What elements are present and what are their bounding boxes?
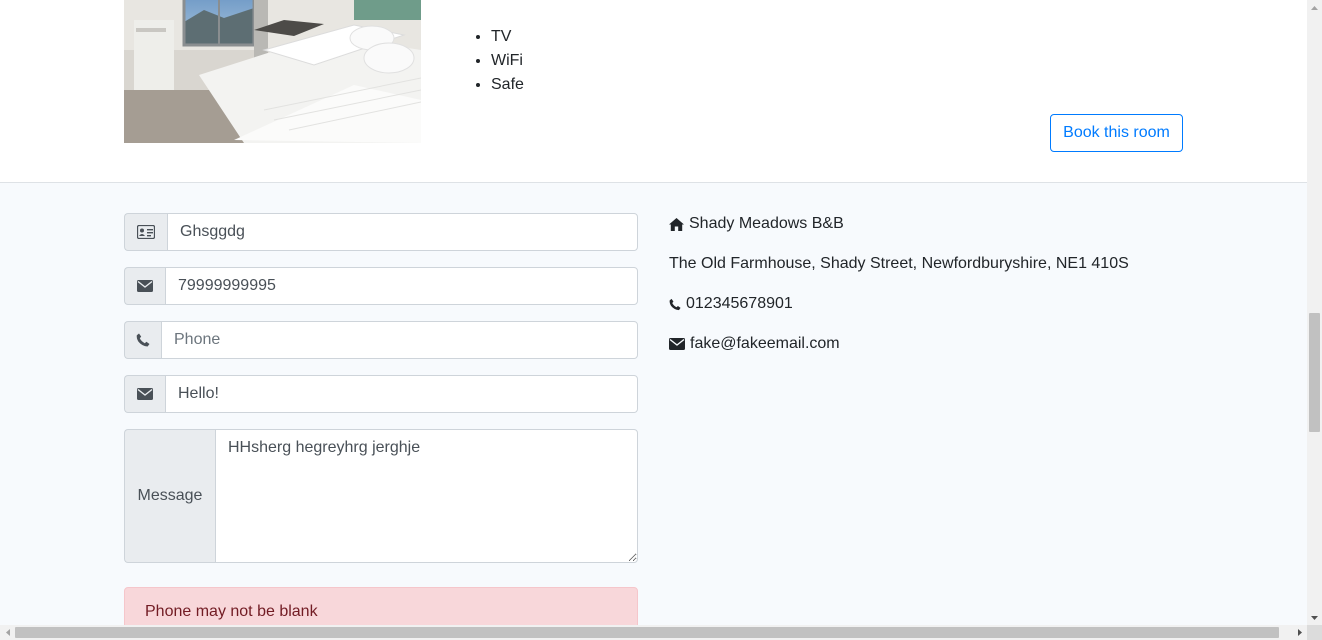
page: massa. Interdum et malesuada fames ac an… [0,0,1307,625]
horizontal-scrollbar-thumb[interactable] [15,627,1279,638]
phone-input-group [124,321,638,359]
room-features-list: TV WiFi Safe [451,25,524,97]
feature-item: WiFi [491,49,524,73]
book-this-room-button[interactable]: Book this room [1050,114,1183,152]
contact-section: Message HHsherg hegreyhrg jerghje Phone … [0,183,1307,625]
scrollbar-corner [1307,625,1322,640]
scroll-up-arrow-icon[interactable] [1307,0,1322,15]
room-description: massa. Interdum et malesuada fames ac an… [451,0,780,8]
phone-input[interactable] [161,321,638,359]
business-name: Shady Meadows B&B [669,214,844,234]
email-input-group [124,267,638,305]
phone-icon [669,298,681,310]
room-card: massa. Interdum et malesuada fames ac an… [0,0,1307,183]
scroll-left-arrow-icon[interactable] [0,625,15,640]
business-email-text: fake@fakeemail.com [690,335,840,352]
email-input[interactable] [165,267,638,305]
business-email: fake@fakeemail.com [669,334,840,354]
feature-item: Safe [491,73,524,97]
message-textarea[interactable]: HHsherg hegreyhrg jerghje [215,429,638,563]
scroll-right-arrow-icon[interactable] [1292,625,1307,640]
message-input-group: Message HHsherg hegreyhrg jerghje [124,429,638,563]
vertical-scrollbar-thumb[interactable] [1309,313,1320,432]
phone-icon [124,321,161,359]
business-name-text: Shady Meadows B&B [689,215,844,232]
error-alert: Phone may not be blank [124,587,638,625]
business-phone: 012345678901 [669,294,793,314]
room-image [124,0,421,143]
business-phone-text: 012345678901 [686,295,793,312]
envelope-icon [124,267,165,305]
subject-input-group [124,375,638,413]
id-card-icon [124,213,167,251]
name-input[interactable] [167,213,638,251]
name-input-group [124,213,638,251]
business-address: The Old Farmhouse, Shady Street, Newford… [669,255,1129,272]
envelope-icon [669,338,685,350]
subject-input[interactable] [165,375,638,413]
message-label: Message [124,429,215,563]
home-icon [669,217,684,231]
feature-item: TV [491,25,524,49]
envelope-icon [124,375,165,413]
scroll-down-arrow-icon[interactable] [1307,610,1322,625]
